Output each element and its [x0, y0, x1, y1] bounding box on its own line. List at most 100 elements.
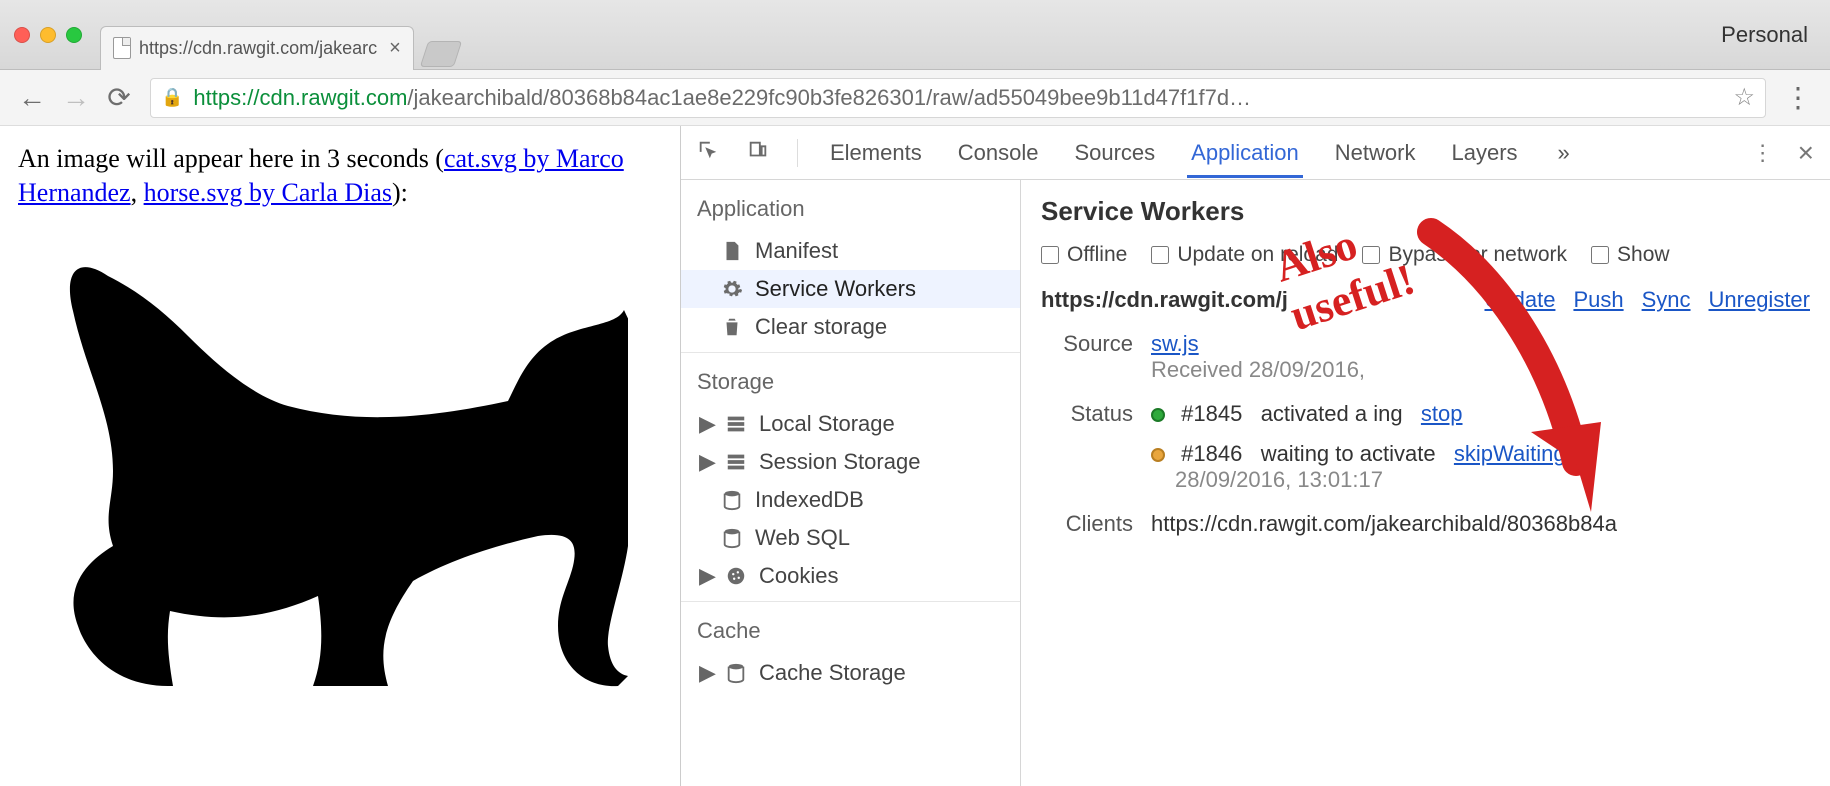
- devtools-tabbar: Elements Console Sources Application Net…: [681, 126, 1830, 180]
- url-scheme: https: [193, 85, 241, 110]
- url-host: ://cdn.rawgit.com: [241, 85, 407, 110]
- sidebar-item-local-storage[interactable]: ▶ Local Storage: [681, 405, 1020, 443]
- sidebar-item-indexeddb[interactable]: IndexedDB: [681, 481, 1020, 519]
- opt-show-all[interactable]: Show: [1591, 243, 1670, 267]
- status-timestamp: 28/09/2016, 13:01:17: [1175, 467, 1810, 493]
- tab-close-icon[interactable]: ×: [389, 37, 401, 60]
- status-dot-waiting-icon: [1151, 448, 1165, 462]
- tab-console[interactable]: Console: [954, 128, 1043, 178]
- opt-offline[interactable]: Offline: [1041, 243, 1127, 267]
- sw-scope-url: https://cdn.rawgit.com/j: [1041, 287, 1288, 313]
- sidebar-item-web-sql[interactable]: Web SQL: [681, 519, 1020, 557]
- status-id: #1845: [1181, 401, 1242, 426]
- gear-icon: [721, 278, 743, 300]
- devtools-panel: Elements Console Sources Application Net…: [680, 126, 1830, 786]
- sidebar-item-label: Service Workers: [755, 276, 916, 302]
- sidebar-item-cache-storage[interactable]: ▶ Cache Storage: [681, 654, 1020, 692]
- link-stop[interactable]: stop: [1421, 401, 1463, 426]
- application-sidebar: Application Manifest Service Workers Cle…: [681, 180, 1021, 786]
- chevron-right-icon: ▶: [699, 563, 713, 589]
- bookmark-star-icon[interactable]: ☆: [1733, 83, 1755, 112]
- service-workers-pane: Service Workers Offline Update on reload…: [1021, 180, 1830, 786]
- address-bar: ← → ⟳ 🔒 https://cdn.rawgit.com/jakearchi…: [0, 70, 1830, 126]
- sidebar-item-label: Manifest: [755, 238, 838, 264]
- link-push[interactable]: Push: [1573, 287, 1623, 313]
- forward-button[interactable]: →: [62, 82, 88, 114]
- status-text: activated a ing: [1261, 401, 1403, 426]
- grid-icon: [725, 413, 747, 435]
- new-tab-button[interactable]: [420, 41, 462, 67]
- devtools-close-icon[interactable]: ×: [1798, 137, 1814, 169]
- url-path: /jakearchibald/80368b84ac1ae8e229fc90b3f…: [407, 85, 1251, 110]
- page-icon: [113, 37, 131, 59]
- lock-icon: 🔒: [161, 87, 183, 108]
- page-viewport: An image will appear here in 3 seconds (…: [0, 126, 680, 786]
- link-unregister[interactable]: Unregister: [1709, 287, 1810, 313]
- tab-application[interactable]: Application: [1187, 128, 1303, 178]
- source-received: Received 28/09/2016,: [1151, 357, 1365, 382]
- sidebar-item-label: IndexedDB: [755, 487, 864, 513]
- opt-update-on-reload[interactable]: Update on reload: [1151, 243, 1338, 267]
- grid-icon: [725, 451, 747, 473]
- link-source-file[interactable]: sw.js: [1151, 331, 1199, 356]
- inspect-icon[interactable]: [697, 139, 719, 167]
- tab-layers[interactable]: Layers: [1447, 128, 1521, 178]
- opt-label: Show: [1617, 243, 1670, 267]
- window-titlebar: https://cdn.rawgit.com/jakearc × Persona…: [0, 0, 1830, 70]
- link-horse-svg[interactable]: horse.svg by Carla Dias: [144, 178, 392, 207]
- sidebar-item-label: Clear storage: [755, 314, 887, 340]
- traffic-lights: [14, 27, 82, 43]
- opt-bypass-network[interactable]: Bypass for network: [1362, 243, 1567, 267]
- tab-title: https://cdn.rawgit.com/jakearc: [139, 38, 377, 59]
- page-text: An image will appear here in 3 seconds (…: [18, 142, 662, 210]
- device-toggle-icon[interactable]: [747, 139, 769, 167]
- db-icon: [721, 489, 743, 511]
- sidebar-item-service-workers[interactable]: Service Workers: [681, 270, 1020, 308]
- minimize-window-button[interactable]: [40, 27, 56, 43]
- file-icon: [721, 240, 743, 262]
- link-update[interactable]: Update: [1484, 287, 1555, 313]
- devtools-menu-icon[interactable]: ⋮: [1752, 140, 1774, 166]
- tab-sources[interactable]: Sources: [1070, 128, 1159, 178]
- cookie-icon: [725, 565, 747, 587]
- chevron-right-icon: ▶: [699, 411, 713, 437]
- tab-overflow-icon[interactable]: »: [1554, 128, 1574, 178]
- label-source: Source: [1041, 331, 1151, 383]
- sidebar-group-application: Application: [681, 180, 1020, 232]
- pane-heading: Service Workers: [1041, 196, 1810, 227]
- link-sync[interactable]: Sync: [1642, 287, 1691, 313]
- profile-label[interactable]: Personal: [1721, 22, 1808, 48]
- url-input[interactable]: 🔒 https://cdn.rawgit.com/jakearchibald/8…: [150, 78, 1766, 118]
- checkbox-update[interactable]: [1151, 246, 1169, 264]
- browser-tab[interactable]: https://cdn.rawgit.com/jakearc ×: [100, 26, 414, 70]
- opt-label: Update on reload: [1177, 243, 1338, 267]
- close-window-button[interactable]: [14, 27, 30, 43]
- reload-button[interactable]: ⟳: [106, 81, 132, 114]
- sidebar-item-label: Local Storage: [759, 411, 895, 437]
- sidebar-item-session-storage[interactable]: ▶ Session Storage: [681, 443, 1020, 481]
- trash-icon: [721, 316, 743, 338]
- browser-menu-icon[interactable]: ⋮: [1784, 81, 1812, 114]
- page-text-suffix: ):: [392, 178, 408, 207]
- sidebar-item-cookies[interactable]: ▶ Cookies: [681, 557, 1020, 595]
- clients-url: https://cdn.rawgit.com/jakearchibald/803…: [1151, 511, 1810, 537]
- chevron-right-icon: ▶: [699, 449, 713, 475]
- checkbox-offline[interactable]: [1041, 246, 1059, 264]
- status-dot-active-icon: [1151, 408, 1165, 422]
- db-icon: [721, 527, 743, 549]
- page-text-prefix: An image will appear here in 3 seconds (: [18, 144, 444, 173]
- checkbox-bypass[interactable]: [1362, 246, 1380, 264]
- tab-elements[interactable]: Elements: [826, 128, 926, 178]
- link-skipwaiting[interactable]: skipWaiting: [1454, 441, 1566, 466]
- status-text: waiting to activate: [1261, 441, 1436, 466]
- tab-network[interactable]: Network: [1331, 128, 1420, 178]
- cat-image: [18, 216, 662, 715]
- chevron-right-icon: ▶: [699, 660, 713, 686]
- back-button[interactable]: ←: [18, 82, 44, 114]
- fullscreen-window-button[interactable]: [66, 27, 82, 43]
- sw-options: Offline Update on reload Bypass for netw…: [1041, 243, 1810, 267]
- sidebar-item-clear-storage[interactable]: Clear storage: [681, 308, 1020, 346]
- sidebar-item-manifest[interactable]: Manifest: [681, 232, 1020, 270]
- checkbox-show[interactable]: [1591, 246, 1609, 264]
- sidebar-item-label: Cache Storage: [759, 660, 906, 686]
